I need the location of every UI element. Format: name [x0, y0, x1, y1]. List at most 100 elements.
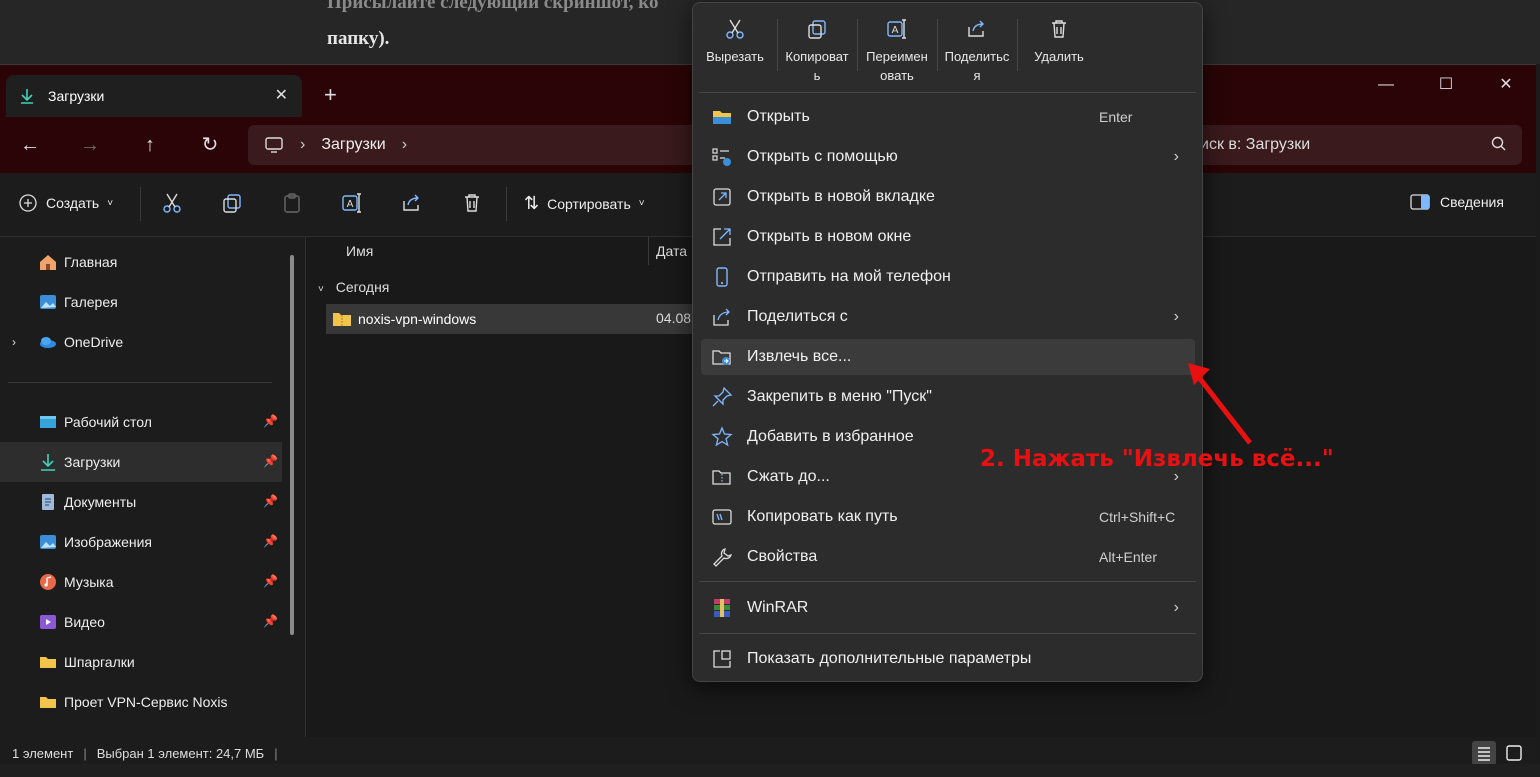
sidebar-item-folder-noxis[interactable]: Проет VPN-Сервис Noxis	[0, 682, 282, 722]
up-button[interactable]: ↑	[136, 131, 164, 159]
sidebar-item-music[interactable]: Музыка 📌	[0, 562, 282, 602]
pin-icon[interactable]: 📌	[263, 454, 278, 468]
sidebar-item-folder-cheatsheets[interactable]: Шпаргалки	[0, 642, 282, 682]
taskbar	[0, 764, 1540, 777]
new-tab-button[interactable]: +	[324, 82, 337, 108]
paste-icon[interactable]	[280, 191, 304, 215]
table-row[interactable]: noxis-vpn-windows 04.08.	[326, 304, 706, 334]
quick-action-rename[interactable]: A Переимен овать	[857, 13, 937, 93]
chevron-down-icon: ˅	[318, 284, 324, 295]
chevron-right-icon[interactable]: ›	[12, 335, 16, 349]
quick-action-divider	[1017, 19, 1018, 71]
menu-item-show-more-options[interactable]: Показать дополнительные параметры	[701, 641, 1195, 677]
sidebar-item-onedrive[interactable]: › OneDrive	[0, 322, 282, 362]
back-button[interactable]: ←	[16, 131, 44, 159]
menu-divider	[699, 92, 1196, 93]
quick-action-cut[interactable]: Вырезать	[695, 13, 775, 93]
rename-icon: A	[887, 19, 906, 39]
column-header-date[interactable]: Дата	[656, 243, 687, 259]
status-divider: |	[83, 745, 87, 761]
menu-item-label: Открыть в новом окне	[747, 228, 912, 245]
share-icon[interactable]	[400, 191, 424, 215]
pin-icon[interactable]: 📌	[263, 494, 278, 508]
menu-item-send-to-phone[interactable]: Отправить на мой телефон	[701, 259, 1195, 295]
sort-button[interactable]: ⇅ Сортировать ˅	[524, 193, 645, 214]
sidebar-item-home[interactable]: Главная	[0, 242, 282, 282]
annotation-label: 2. Нажать "Извлечь всё..."	[980, 446, 1334, 472]
download-icon	[41, 454, 55, 471]
sidebar-item-gallery[interactable]: Галерея	[0, 282, 282, 322]
quick-action-delete[interactable]: Удалить	[1019, 13, 1099, 93]
cut-icon[interactable]	[160, 191, 184, 215]
sidebar-item-label: OneDrive	[64, 334, 124, 350]
minimize-button[interactable]: —	[1366, 73, 1406, 97]
refresh-button[interactable]: ↻	[196, 131, 224, 159]
menu-item-shortcut: Ctrl+Shift+C	[1099, 509, 1176, 525]
menu-item-open[interactable]: Открыть Enter	[701, 99, 1195, 135]
sidebar-item-label: Галерея	[64, 294, 118, 310]
sidebar-item-downloads[interactable]: Загрузки 📌	[0, 442, 282, 482]
search-box[interactable]: иск в: Загрузки	[1180, 125, 1522, 165]
close-tab-icon[interactable]: ✕	[275, 85, 288, 105]
menu-item-copy-as-path[interactable]: Копировать как путь Ctrl+Shift+C	[701, 499, 1195, 535]
sort-icon: ⇅	[524, 193, 540, 213]
download-icon	[21, 89, 33, 104]
menu-item-winrar[interactable]: WinRAR ›	[701, 590, 1195, 626]
create-button[interactable]: Создать ˅	[18, 193, 113, 213]
tiles-view-button[interactable]	[1502, 741, 1526, 765]
cut-icon	[726, 19, 744, 39]
tab-title: Загрузки	[48, 88, 105, 104]
menu-item-open-with[interactable]: Открыть с помощью ›	[701, 139, 1195, 175]
column-header-name[interactable]: Имя	[346, 243, 373, 259]
menu-item-open-new-window[interactable]: Открыть в новом окне	[701, 219, 1195, 255]
menu-item-open-new-tab[interactable]: Открыть в новой вкладке	[701, 179, 1195, 215]
details-view-button[interactable]	[1472, 741, 1496, 765]
pin-icon[interactable]: 📌	[263, 574, 278, 588]
folder-icon	[40, 657, 56, 668]
chevron-right-icon: ›	[1173, 599, 1179, 616]
sidebar-item-pictures[interactable]: Изображения 📌	[0, 522, 282, 562]
menu-item-properties[interactable]: Свойства Alt+Enter	[701, 539, 1195, 575]
pin-icon[interactable]: 📌	[263, 614, 278, 628]
menu-item-pin-to-start[interactable]: Закрепить в меню "Пуск"	[701, 379, 1195, 415]
sidebar-scrollbar[interactable]	[290, 255, 294, 635]
gallery-icon	[40, 295, 56, 309]
sidebar-item-label: Документы	[64, 494, 137, 510]
group-header-today[interactable]: ˅ Сегодня	[318, 279, 389, 295]
sidebar-item-documents[interactable]: Документы 📌	[0, 482, 282, 522]
this-pc-icon	[265, 137, 283, 153]
menu-item-label: Извлечь все...	[747, 348, 852, 365]
quick-action-label: Копироват	[785, 49, 849, 64]
rename-icon[interactable]: A	[340, 191, 364, 215]
search-placeholder: иск в: Загрузки	[1200, 136, 1311, 153]
breadcrumb-downloads[interactable]: Загрузки	[321, 136, 385, 154]
close-window-button[interactable]: ✕	[1486, 73, 1526, 97]
details-button[interactable]: Сведения	[1410, 193, 1504, 211]
extract-all-icon	[712, 350, 731, 365]
menu-item-extract-all[interactable]: Извлечь все...	[701, 339, 1195, 375]
forward-button[interactable]: →	[76, 131, 104, 159]
maximize-button[interactable]: ☐	[1426, 73, 1466, 97]
delete-icon[interactable]	[460, 191, 484, 215]
menu-item-label: Закрепить в меню "Пуск"	[747, 388, 932, 405]
tab-downloads[interactable]: Загрузки ✕	[6, 75, 302, 117]
sidebar-item-label: Проет VPN-Сервис Noxis	[64, 694, 228, 710]
sidebar-item-label: Видео	[64, 614, 105, 630]
menu-item-shortcut: Alt+Enter	[1099, 549, 1157, 565]
sidebar-item-videos[interactable]: Видео 📌	[0, 602, 282, 642]
menu-item-share-with[interactable]: Поделиться с ›	[701, 299, 1195, 335]
new-window-icon	[713, 228, 731, 246]
background-text-line1: Присылайте следующий скриншот, ко	[327, 0, 659, 13]
chevron-right-icon: ›	[1173, 308, 1179, 325]
quick-action-copy[interactable]: Копироват ь	[777, 13, 857, 93]
copy-icon[interactable]	[220, 191, 244, 215]
quick-action-label: Удалить	[1034, 49, 1084, 64]
menu-item-label: Добавить в избранное	[747, 428, 914, 445]
address-bar[interactable]: › Загрузки ›	[248, 125, 708, 165]
column-divider[interactable]	[648, 237, 649, 265]
sidebar-item-desktop[interactable]: Рабочий стол 📌	[0, 402, 282, 442]
sidebar-item-label: Изображения	[64, 534, 152, 550]
pin-icon[interactable]: 📌	[263, 534, 278, 548]
quick-action-share[interactable]: Поделитьс я	[937, 13, 1017, 93]
pin-icon[interactable]: 📌	[263, 414, 278, 428]
